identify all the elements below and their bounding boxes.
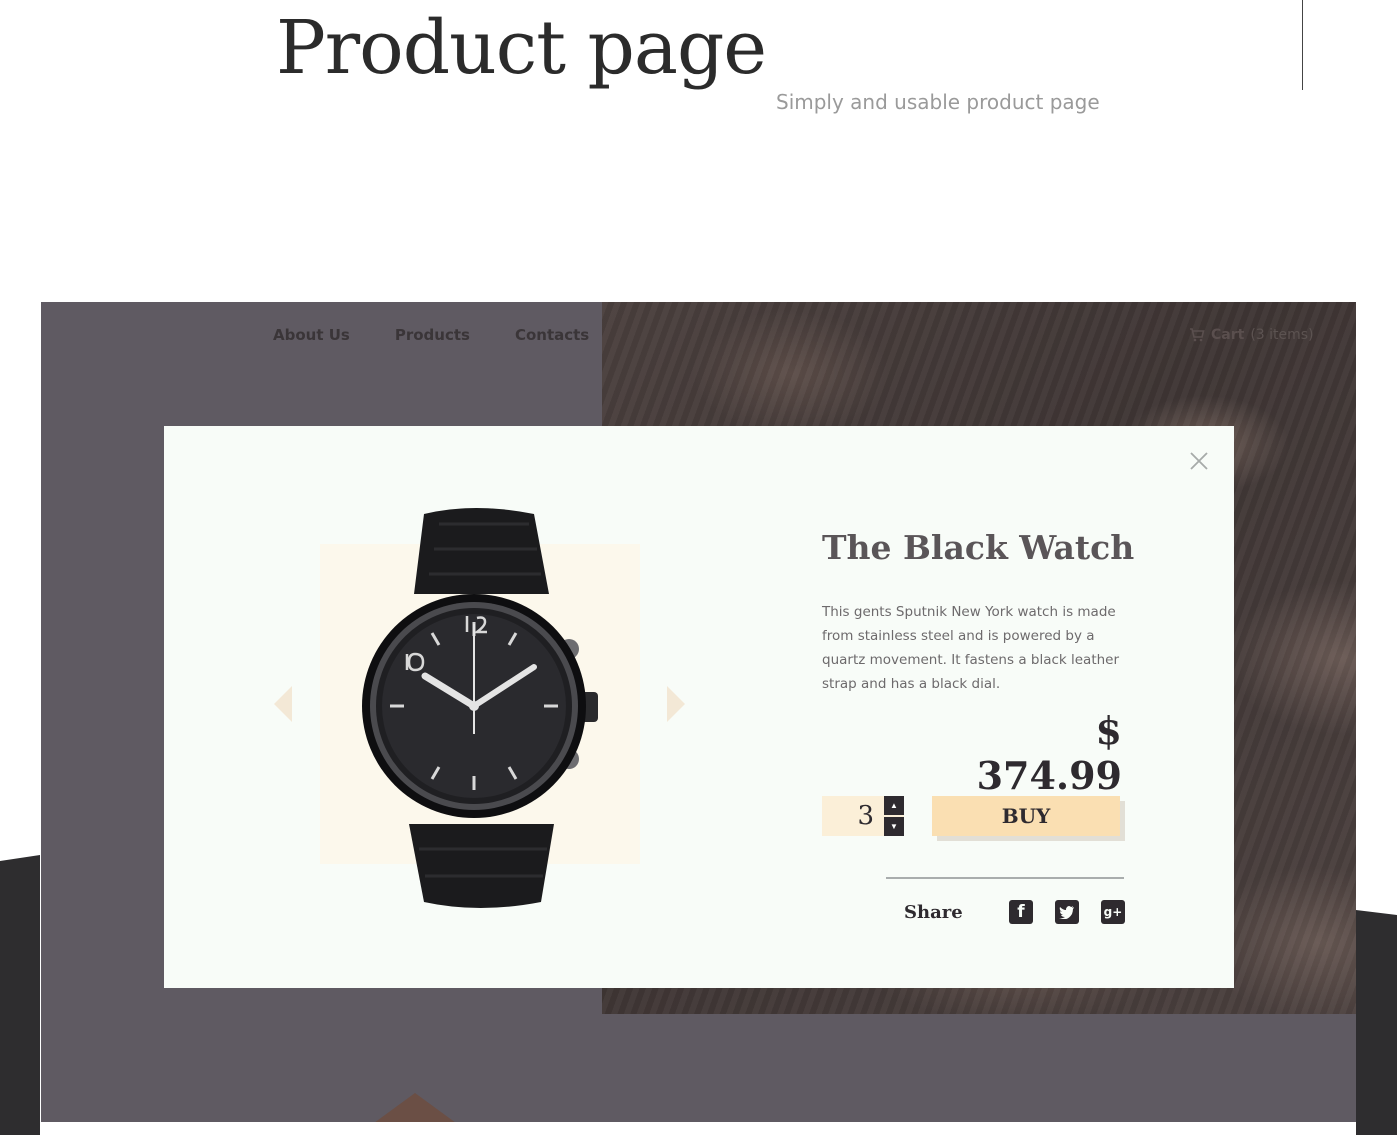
buy-button[interactable]: BUY [932,796,1120,836]
quantity-value[interactable]: 3 [822,801,884,831]
facebook-icon[interactable]: f [1009,900,1033,924]
share-divider [886,877,1124,879]
product-title: The Black Watch [822,528,1135,567]
nav-item-about-us[interactable]: About Us [273,326,350,344]
background-band-right [1356,910,1397,1135]
twitter-bird-glyph [1059,906,1074,919]
product-description: This gents Sputnik New York watch is mad… [822,604,1120,692]
nav-item-contacts[interactable]: Contacts [515,326,589,344]
product-image-watch [362,508,598,908]
cart-link[interactable]: Cart (3 items) [1189,327,1314,343]
cart-count: (3 items) [1250,327,1314,343]
chevron-right-icon[interactable] [667,686,685,722]
page-subtitle: Simply and usable product page [776,90,1100,114]
product-price: $ 374.99 [976,708,1122,798]
main-nav: About Us Products Contacts [273,326,589,344]
nav-item-products[interactable]: Products [395,326,470,344]
quantity-steps: ▲ ▼ [884,796,904,836]
twitter-icon[interactable] [1055,900,1079,924]
close-icon[interactable] [1190,452,1208,470]
quantity-down-icon[interactable]: ▼ [884,817,904,836]
product-modal: The Black Watch This gents Sputnik New Y… [164,426,1234,988]
cart-label: Cart [1211,327,1245,343]
page-title: Product page [276,5,767,91]
google-plus-icon[interactable]: g+ [1101,900,1125,924]
pointer-triangle [374,1093,456,1122]
divider-line [1302,0,1303,90]
cart-icon [1190,328,1205,342]
quantity-up-icon[interactable]: ▲ [884,796,904,815]
share-label: Share [904,902,963,923]
quantity-stepper[interactable]: 3 ▲ ▼ [822,796,904,836]
chevron-left-icon[interactable] [274,686,292,722]
